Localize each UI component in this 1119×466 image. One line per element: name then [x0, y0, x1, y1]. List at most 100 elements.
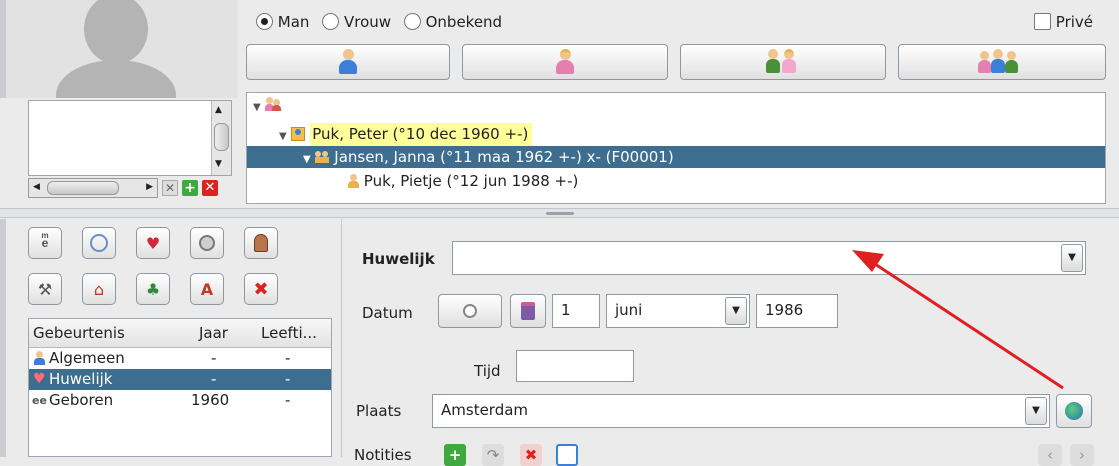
tree-row-janna[interactable]: ▼ Jansen, Janna (°11 maa 1962 +-) x- (F0…	[247, 146, 1105, 168]
splitter[interactable]	[0, 208, 1119, 218]
photo-settings-icon[interactable]: ✕	[162, 180, 178, 196]
expand-icon[interactable]: ▼	[279, 131, 287, 142]
add-death-button[interactable]	[190, 227, 224, 259]
birth-icon: e͏ͫ	[41, 236, 49, 250]
add-photo-icon[interactable]: +	[182, 180, 198, 196]
column-header-gebeurtenis[interactable]: Gebeurtenis	[33, 324, 125, 342]
delete-note-icon[interactable]: ✖	[520, 444, 542, 466]
prive-checkbox-box[interactable]	[1034, 13, 1051, 30]
tombstone-icon	[254, 234, 268, 252]
radio-onbekend-label: Onbekend	[425, 13, 503, 31]
baptism-icon	[90, 234, 108, 252]
marriage-hearts-icon: ♥	[33, 371, 46, 387]
event-year: -	[211, 349, 217, 367]
prive-label: Privé	[1055, 13, 1094, 31]
add-father-button[interactable]	[246, 44, 450, 80]
add-emigration-button[interactable]: ♣	[136, 273, 170, 305]
add-baptism-button[interactable]	[82, 227, 116, 259]
date-label: Datum	[362, 304, 413, 322]
chevron-down-icon[interactable]: ▼	[1061, 244, 1083, 272]
place-select[interactable]: Amsterdam ▼	[432, 394, 1050, 428]
expand-note-icon[interactable]	[556, 444, 578, 466]
next-note-icon[interactable]: ›	[1070, 444, 1094, 466]
child-person-icon	[347, 174, 359, 188]
notes-label: Notities	[354, 446, 412, 464]
marriage-hearts-icon: ♥	[145, 233, 161, 253]
place-globe-button[interactable]	[1056, 394, 1092, 428]
place-label: Plaats	[356, 402, 402, 420]
date-clock-button[interactable]	[438, 294, 502, 328]
date-calendar-button[interactable]	[510, 294, 546, 328]
add-residence-button[interactable]: ⌂	[82, 273, 116, 305]
add-note-icon[interactable]: +	[444, 444, 466, 466]
add-custom-event-button[interactable]: A	[190, 273, 224, 305]
radio-vrouw-label: Vrouw	[343, 13, 392, 31]
add-mother-button[interactable]	[462, 44, 668, 80]
radio-onbekend[interactable]: Onbekend	[403, 13, 503, 31]
add-burial-button[interactable]	[244, 227, 278, 259]
previous-note-icon[interactable]: ‹	[1038, 444, 1062, 466]
events-table-header: Gebeurtenis Jaar Leefti...	[29, 319, 331, 348]
hammer-icon: ⚒	[37, 279, 53, 299]
date-month-select[interactable]: juni ▼	[606, 294, 750, 328]
event-type-label: Huwelijk	[362, 250, 435, 268]
chevron-down-icon[interactable]: ▼	[1025, 397, 1047, 425]
expand-icon[interactable]: ▼	[303, 154, 311, 165]
time-field[interactable]	[516, 350, 634, 382]
add-partner-button[interactable]	[680, 44, 886, 80]
table-row[interactable]: ♥ Huwelijk - -	[29, 369, 331, 390]
radio-vrouw[interactable]: Vrouw	[322, 13, 391, 31]
avatar	[56, 0, 176, 98]
date-year-value: 1986	[765, 301, 804, 319]
event-type-select[interactable]: ▼	[452, 241, 1086, 275]
add-marriage-button[interactable]: ♥	[136, 227, 170, 259]
tree-row-pietje[interactable]: Puk, Pietje (°12 jun 1988 +-)	[247, 170, 1105, 192]
splitter-handle[interactable]	[546, 212, 574, 215]
couple-icon	[315, 151, 330, 163]
vertical-scrollbar[interactable]: ▲ ▼	[211, 101, 231, 175]
place-value: Amsterdam	[441, 401, 529, 419]
expand-icon[interactable]: ▼	[253, 102, 261, 113]
delete-event-button[interactable]: ✖	[244, 273, 278, 305]
remove-photo-icon[interactable]: ✕	[202, 180, 218, 196]
radio-man-label: Man	[277, 13, 310, 31]
horizontal-scrollbar[interactable]: ◀ ▶	[28, 178, 158, 198]
event-year: -	[211, 370, 217, 388]
date-day-field[interactable]: 1	[552, 294, 600, 328]
radio-man-icon[interactable]	[256, 13, 273, 30]
gender-row: Man Vrouw Onbekend	[256, 10, 502, 34]
add-occupation-button[interactable]: ⚒	[28, 273, 62, 305]
table-row[interactable]: ee Geboren 1960 -	[29, 390, 331, 411]
tree-label-peter: Puk, Peter (°10 dec 1960 +-)	[310, 123, 533, 146]
events-table[interactable]: Gebeurtenis Jaar Leefti... Algemeen - - …	[28, 318, 332, 457]
event-age: -	[285, 391, 291, 409]
calendar-icon	[521, 302, 535, 320]
event-name: Huwelijk	[49, 370, 113, 388]
palm-tree-icon: ♣	[145, 279, 161, 299]
prive-checkbox[interactable]: Privé	[1034, 10, 1093, 34]
custom-event-icon: A	[200, 279, 214, 299]
family-tree[interactable]: ▼ ▼ Puk, Peter (°10 dec 1960 +-) ▼ Janse…	[246, 92, 1106, 204]
column-header-leeftijd[interactable]: Leefti...	[261, 324, 317, 342]
delete-icon: ✖	[253, 278, 269, 300]
column-header-jaar[interactable]: Jaar	[199, 324, 228, 342]
radio-onbekend-icon[interactable]	[403, 13, 421, 30]
time-label: Tijd	[474, 362, 501, 380]
event-age: -	[285, 370, 291, 388]
add-birth-button[interactable]: e͏ͫ	[28, 227, 62, 259]
tree-root-row[interactable]: ▼	[247, 94, 1105, 116]
radio-vrouw-icon[interactable]	[322, 13, 340, 30]
clock-icon	[463, 304, 477, 318]
radio-man[interactable]: Man	[256, 13, 309, 31]
man-person-icon	[339, 49, 357, 75]
photo-panel	[0, 0, 238, 98]
edit-note-icon[interactable]: ↷	[482, 444, 504, 466]
date-year-field[interactable]: 1986	[756, 294, 838, 328]
chevron-down-icon[interactable]: ▼	[725, 297, 747, 325]
table-row[interactable]: Algemeen - -	[29, 348, 331, 369]
photo-list[interactable]: ▲ ▼	[28, 100, 232, 176]
tree-row-peter[interactable]: ▼ Puk, Peter (°10 dec 1960 +-)	[247, 123, 1105, 146]
tree-label-pietje: Puk, Pietje (°12 jun 1988 +-)	[363, 172, 579, 190]
add-child-button[interactable]	[898, 44, 1106, 80]
event-name: Algemeen	[49, 349, 125, 367]
